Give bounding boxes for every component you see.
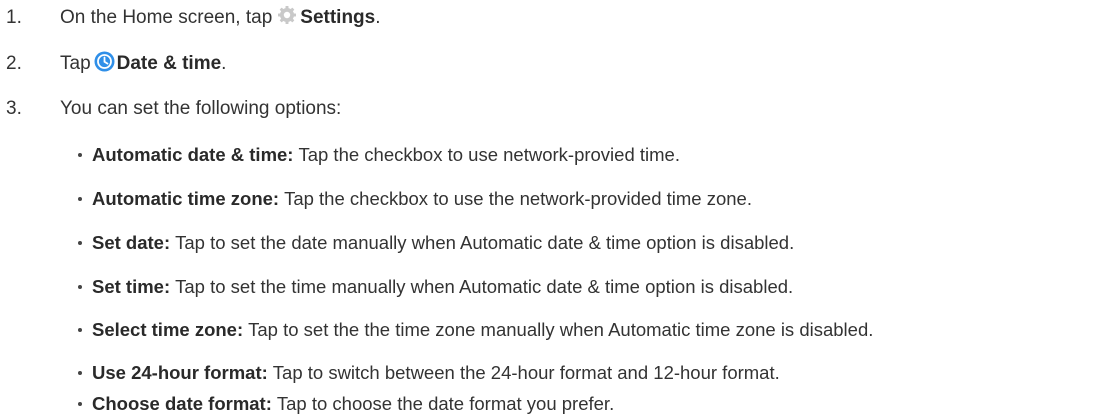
option-description: Tap to choose the date format you prefer…	[276, 393, 615, 414]
option-item: Automatic date & time: Tap the checkbox …	[78, 140, 680, 170]
step-text-end: .	[221, 53, 227, 74]
option-term: Set time:	[92, 276, 171, 297]
step-text: On the Home screen, tap Settings .	[60, 5, 381, 31]
step-text-lead: Tap	[60, 53, 91, 74]
bullet-icon	[78, 153, 82, 157]
option-term: Choose date format:	[92, 393, 272, 414]
date-time-label: Date & time	[116, 53, 222, 74]
option-term: Set date:	[92, 232, 171, 253]
option-description: Tap the checkbox to use network-provied …	[298, 144, 680, 165]
step-number: 3.	[6, 98, 22, 119]
bullet-icon	[78, 402, 82, 406]
option-item: Set date: Tap to set the date manually w…	[78, 228, 794, 258]
step-text: You can set the following options:	[60, 98, 342, 119]
option-description: Tap to switch between the 24-hour format…	[272, 362, 780, 383]
option-term: Automatic time zone:	[92, 188, 280, 209]
option-term: Use 24-hour format:	[92, 362, 268, 383]
option-item: Use 24-hour format: Tap to switch betwee…	[78, 358, 780, 388]
bullet-icon	[78, 285, 82, 289]
option-term: Select time zone:	[92, 319, 244, 340]
bullet-icon	[78, 328, 82, 332]
step-1: 1. On the Home screen, tap Settings .	[0, 3, 381, 33]
step-text: Tap Date & time .	[60, 51, 226, 78]
option-item: Automatic time zone: Tap the checkbox to…	[78, 184, 752, 214]
settings-label: Settings	[300, 7, 376, 28]
step-text-lead: On the Home screen, tap	[60, 7, 273, 28]
bullet-icon	[78, 371, 82, 375]
step-text-end: .	[375, 7, 381, 28]
option-description: Tap the checkbox to use the network-prov…	[284, 188, 752, 209]
option-description: Tap to set the the time zone manually wh…	[248, 319, 874, 340]
step-number: 2.	[6, 53, 22, 74]
option-item: Set time: Tap to set the time manually w…	[78, 272, 793, 302]
step-3: 3. You can set the following options:	[0, 94, 341, 124]
option-term: Automatic date & time:	[92, 144, 294, 165]
step-2: 2. Tap Date & time .	[0, 49, 226, 79]
gear-icon	[277, 5, 297, 31]
option-item: Choose date format: Tap to choose the da…	[78, 389, 614, 419]
bullet-icon	[78, 197, 82, 201]
clock-icon	[94, 51, 115, 78]
option-description: Tap to set the time manually when Automa…	[175, 276, 794, 297]
option-description: Tap to set the date manually when Automa…	[175, 232, 795, 253]
option-item: Select time zone: Tap to set the the tim…	[78, 315, 873, 345]
step-number: 1.	[6, 7, 22, 28]
bullet-icon	[78, 241, 82, 245]
